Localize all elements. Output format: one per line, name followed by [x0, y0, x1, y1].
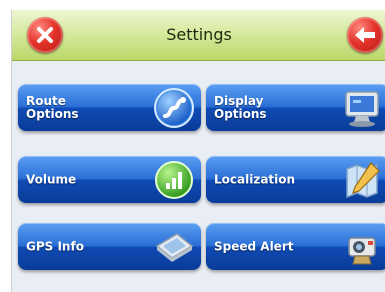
speed-camera-icon	[348, 237, 376, 265]
gps-info-label: GPS Info	[26, 239, 84, 253]
route-icon	[154, 88, 194, 128]
speed-alert-label: Speed Alert	[214, 239, 294, 253]
gps-info-button[interactable]: GPS Info	[18, 223, 201, 270]
back-button[interactable]	[347, 17, 383, 53]
gps-device-icon	[155, 233, 194, 262]
volume-button[interactable]: Volume	[18, 156, 201, 203]
volume-icon	[155, 161, 193, 199]
localization-button[interactable]: Localization	[206, 156, 385, 203]
route-options-label: Route Options	[26, 93, 79, 121]
display-options-label: Display Options	[214, 93, 267, 121]
display-options-button[interactable]: Display Options	[206, 84, 385, 131]
back-arrow-icon	[355, 27, 375, 43]
route-options-button[interactable]: Route Options	[18, 84, 201, 131]
settings-screen: Settings Route Options Display Options V…	[11, 10, 385, 292]
speed-alert-button[interactable]: Speed Alert	[206, 223, 385, 270]
localization-label: Localization	[214, 172, 296, 186]
page-title: Settings	[166, 25, 232, 44]
map-pen-icon	[346, 162, 380, 199]
volume-label: Volume	[26, 172, 77, 186]
monitor-icon	[345, 91, 379, 127]
header-bar: Settings	[12, 10, 385, 61]
